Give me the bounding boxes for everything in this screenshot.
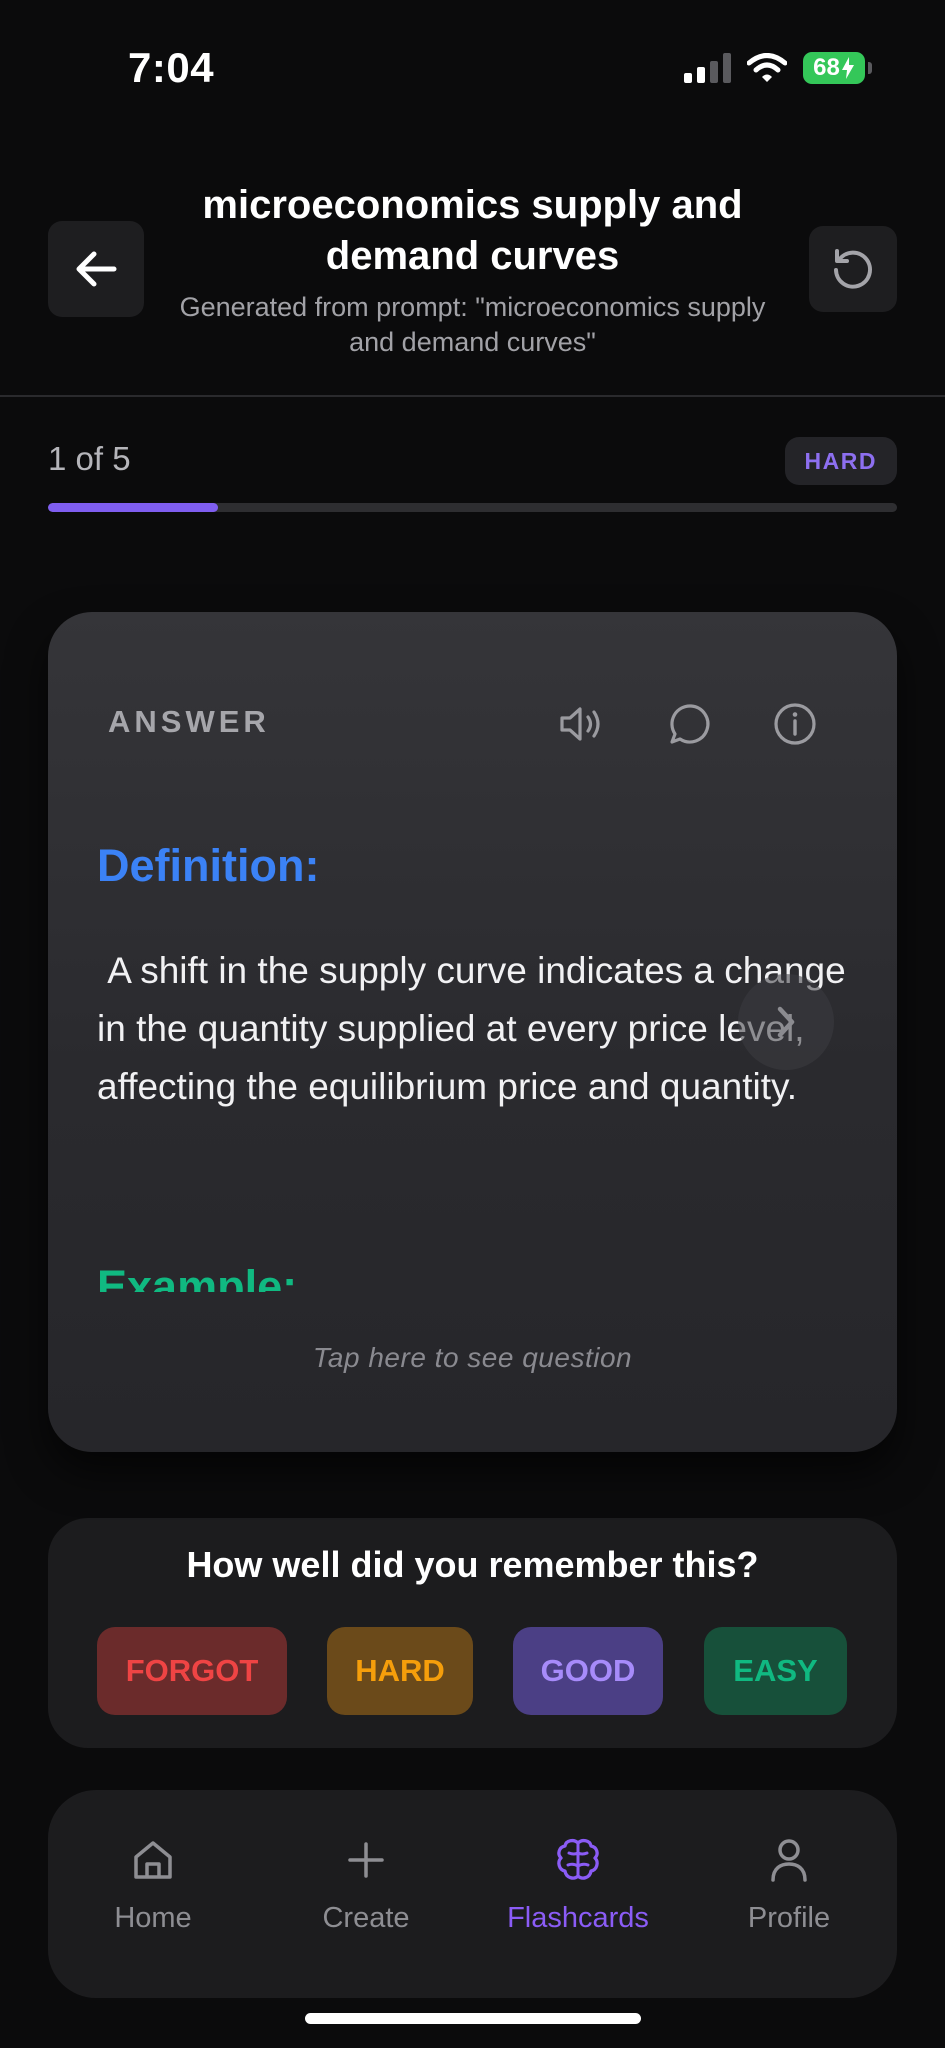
- example-heading: Example:: [97, 1261, 298, 1292]
- progress-bar: [48, 503, 897, 512]
- cellular-signal-icon: [684, 53, 731, 83]
- wifi-icon: [747, 53, 787, 82]
- status-icons: 68: [684, 52, 872, 84]
- charging-bolt-icon: [841, 57, 854, 79]
- tab-profile[interactable]: Profile: [689, 1830, 889, 1935]
- rating-panel: How well did you remember this? FORGOT H…: [48, 1518, 897, 1748]
- easy-button[interactable]: EASY: [704, 1627, 847, 1715]
- status-time: 7:04: [128, 44, 215, 91]
- screen: 7:04 68 microeconomics supply and demand…: [0, 0, 945, 2048]
- brain-icon: [478, 1830, 678, 1890]
- battery-icon: 68: [803, 52, 872, 84]
- tab-bar: Home Create Flashcards Profile: [48, 1790, 897, 1998]
- home-indicator: [305, 2013, 641, 2024]
- tab-create-label: Create: [322, 1902, 410, 1934]
- arrow-left-icon: [76, 251, 117, 287]
- speaker-icon[interactable]: [558, 700, 606, 748]
- tab-create[interactable]: Create: [266, 1830, 466, 1935]
- flip-hint: Tap here to see question: [312, 1342, 633, 1373]
- person-icon: [689, 1830, 889, 1890]
- rotate-ccw-icon: [834, 249, 872, 289]
- tab-flashcards[interactable]: Flashcards: [478, 1830, 678, 1935]
- chevron-right-icon: [777, 1006, 795, 1038]
- example-section: Example:: [97, 1242, 497, 1292]
- hard-button[interactable]: HARD: [327, 1627, 473, 1715]
- good-button[interactable]: GOOD: [513, 1627, 663, 1715]
- progress-fill: [48, 503, 218, 512]
- tab-flashcards-label: Flashcards: [507, 1902, 649, 1934]
- back-button[interactable]: [48, 221, 144, 317]
- definition-heading: Definition:: [97, 840, 320, 891]
- progress-label: 1 of 5: [48, 440, 131, 477]
- next-card-button[interactable]: [738, 974, 834, 1070]
- tab-home[interactable]: Home: [53, 1830, 253, 1935]
- battery-level: 68: [813, 54, 840, 81]
- chat-bubble-icon[interactable]: [667, 700, 715, 748]
- rating-question: How well did you remember this?: [186, 1544, 759, 1585]
- home-icon: [53, 1830, 253, 1890]
- restart-button[interactable]: [809, 226, 897, 312]
- tab-profile-label: Profile: [747, 1902, 831, 1934]
- plus-icon: [266, 1830, 466, 1890]
- forgot-button[interactable]: FORGOT: [97, 1627, 287, 1715]
- header-divider: [0, 395, 945, 397]
- deck-subtitle: Generated from prompt: "microeconomics s…: [179, 292, 766, 357]
- definition-text: A shift in the supply curve indicates a …: [97, 950, 846, 1107]
- difficulty-badge: HARD: [784, 437, 897, 485]
- info-icon[interactable]: [771, 700, 819, 748]
- tab-home-label: Home: [114, 1902, 192, 1934]
- deck-title: microeconomics supply and demand curves: [202, 183, 743, 278]
- card-side-label: ANSWER: [108, 704, 270, 739]
- flashcard[interactable]: ANSWER Definition: A shift in the supply…: [48, 612, 897, 1452]
